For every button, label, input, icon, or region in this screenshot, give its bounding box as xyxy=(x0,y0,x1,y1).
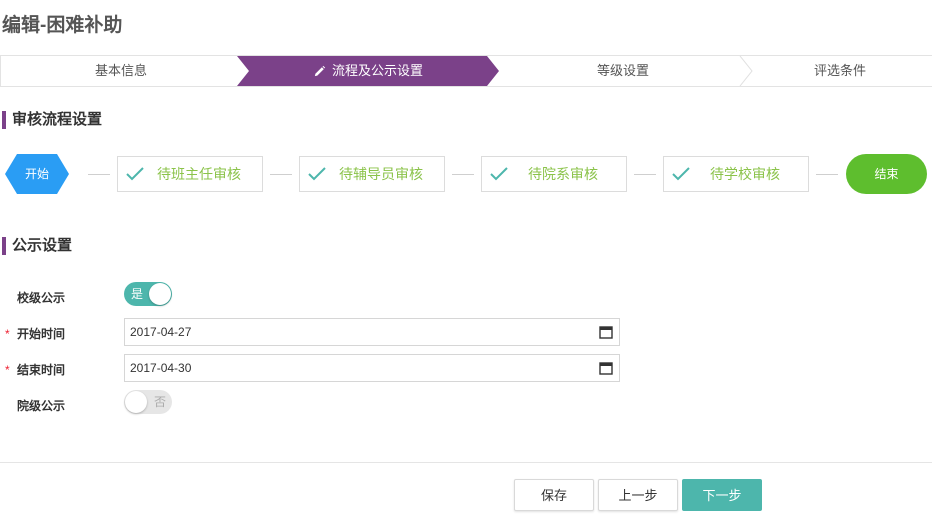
step-label: 等级设置 xyxy=(596,63,649,78)
audit-flow: 开始 待班主任审核 待辅导员审核 待院系审核 待学校审核 结束 xyxy=(0,154,932,194)
flow-node-counselor[interactable]: 待辅导员审核 xyxy=(299,156,445,192)
wizard-steps: 基本信息 流程及公示设置 等级设置 评选条件 xyxy=(0,55,932,87)
flow-connector xyxy=(816,174,838,175)
start-time-field[interactable] xyxy=(124,318,620,346)
required-marker: * xyxy=(5,363,10,377)
step-label: 评选条件 xyxy=(813,63,866,78)
publicity-section-title: 公示设置 xyxy=(0,237,72,255)
school-publicity-label: 校级公示 xyxy=(17,291,66,305)
check-icon xyxy=(672,167,690,181)
toggle-state-text: 否 xyxy=(153,395,166,409)
start-time-input[interactable] xyxy=(125,319,599,345)
step-level-settings[interactable]: 等级设置 xyxy=(499,56,747,86)
college-publicity-toggle[interactable]: 否 xyxy=(124,390,172,414)
check-icon xyxy=(126,167,144,181)
flow-node-label: 待学校审核 xyxy=(710,166,780,182)
step-selection-criteria[interactable]: 评选条件 xyxy=(747,56,932,86)
flow-start-node: 开始 xyxy=(5,154,69,194)
check-icon xyxy=(308,167,326,181)
save-button[interactable]: 保存 xyxy=(514,479,594,511)
toggle-knob xyxy=(149,283,171,305)
start-time-label: 开始时间 xyxy=(17,327,66,341)
flow-node-department[interactable]: 待院系审核 xyxy=(481,156,627,192)
footer-divider xyxy=(0,462,932,463)
flow-connector xyxy=(452,174,474,175)
flow-connector xyxy=(634,174,656,175)
school-publicity-toggle[interactable]: 是 xyxy=(124,282,172,306)
flow-node-headteacher[interactable]: 待班主任审核 xyxy=(117,156,263,192)
flow-connector xyxy=(88,174,110,175)
page-title: 编辑-困难补助 xyxy=(2,15,123,36)
end-time-input[interactable] xyxy=(125,355,599,381)
required-marker: * xyxy=(5,327,10,341)
calendar-icon[interactable] xyxy=(599,361,613,375)
end-time-field[interactable] xyxy=(124,354,620,382)
next-step-button[interactable]: 下一步 xyxy=(682,479,762,511)
flow-end-node: 结束 xyxy=(846,154,927,194)
previous-step-button[interactable]: 上一步 xyxy=(598,479,678,511)
audit-flow-section-title: 审核流程设置 xyxy=(0,111,102,129)
college-publicity-label: 院级公示 xyxy=(17,399,66,413)
step-label: 基本信息 xyxy=(94,63,147,78)
toggle-knob xyxy=(125,391,147,413)
step-label: 流程及公示设置 xyxy=(331,63,423,78)
flow-connector xyxy=(270,174,292,175)
flow-node-label: 待院系审核 xyxy=(528,166,598,182)
flow-node-label: 待辅导员审核 xyxy=(339,166,423,182)
check-icon xyxy=(490,167,508,181)
toggle-state-text: 是 xyxy=(131,287,144,301)
flow-node-label: 待班主任审核 xyxy=(157,166,241,182)
end-time-label: 结束时间 xyxy=(17,363,66,377)
pencil-icon xyxy=(314,65,326,76)
step-basic-info[interactable]: 基本信息 xyxy=(1,56,241,86)
calendar-icon[interactable] xyxy=(599,325,613,339)
step-flow-publicity[interactable]: 流程及公示设置 xyxy=(237,56,499,86)
flow-node-school[interactable]: 待学校审核 xyxy=(663,156,809,192)
